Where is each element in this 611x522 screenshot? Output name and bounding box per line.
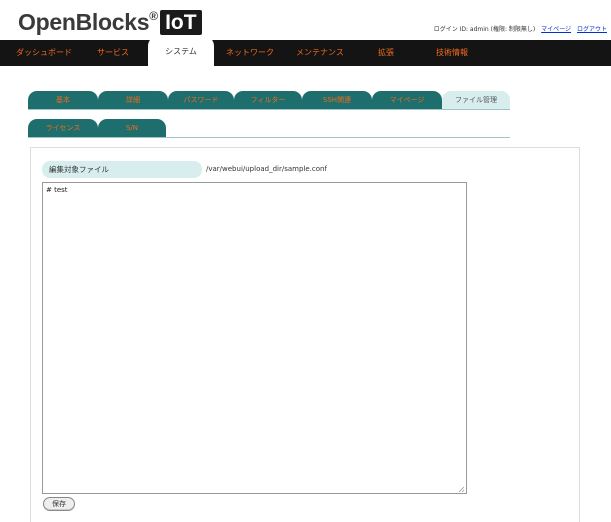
nav-item-maintenance[interactable]: メンテナンス bbox=[296, 40, 344, 66]
nav-item-dashboard[interactable]: ダッシュボード bbox=[16, 40, 72, 66]
save-button[interactable]: 保存 bbox=[43, 497, 75, 511]
subtab-row2-divider bbox=[28, 137, 510, 138]
edit-target-label: 編集対象ファイル bbox=[42, 161, 202, 178]
subtab-password[interactable]: パスワード bbox=[168, 91, 234, 109]
subtab-detail[interactable]: 詳細 bbox=[98, 91, 168, 109]
mypage-link[interactable]: マイページ bbox=[541, 26, 571, 33]
nav-item-tech-info[interactable]: 技術情報 bbox=[436, 40, 468, 66]
logo-registered-mark: ® bbox=[149, 9, 159, 23]
nav-item-system[interactable]: システム bbox=[148, 36, 214, 66]
file-content-editor[interactable]: # test bbox=[42, 182, 467, 494]
nav-item-extension[interactable]: 拡張 bbox=[378, 40, 394, 66]
subtab-ssh[interactable]: SSH関連 bbox=[302, 91, 372, 109]
subtab-license[interactable]: ライセンス bbox=[28, 119, 98, 137]
subtab-serial-number[interactable]: S/N bbox=[98, 119, 166, 137]
resize-grip-icon[interactable] bbox=[457, 485, 465, 493]
logout-link[interactable]: ログアウト bbox=[577, 26, 607, 33]
nav-item-network[interactable]: ネットワーク bbox=[226, 40, 274, 66]
subtab-mypage[interactable]: マイページ bbox=[372, 91, 442, 109]
subtab-filter[interactable]: フィルター bbox=[234, 91, 302, 109]
logo-text: OpenBlocks bbox=[18, 8, 150, 35]
subtab-file-management[interactable]: ファイル管理 bbox=[442, 91, 510, 109]
edit-target-path: /var/webui/upload_dir/sample.conf bbox=[206, 165, 327, 173]
openblocks-logo: OpenBlocks ® IoT bbox=[18, 6, 202, 38]
user-info-bar: ログイン ID: admin (権限: 制限無し) マイページ ログアウト bbox=[434, 24, 607, 33]
login-info: ログイン ID: admin (権限: 制限無し) bbox=[433, 26, 536, 33]
logo-iot-badge: IoT bbox=[160, 9, 202, 35]
main-nav: ダッシュボード サービス システム ネットワーク メンテナンス 拡張 技術情報 bbox=[0, 36, 611, 66]
subtab-row1-divider bbox=[28, 109, 510, 110]
subtab-basic[interactable]: 基本 bbox=[28, 91, 98, 109]
nav-item-service[interactable]: サービス bbox=[97, 40, 129, 66]
